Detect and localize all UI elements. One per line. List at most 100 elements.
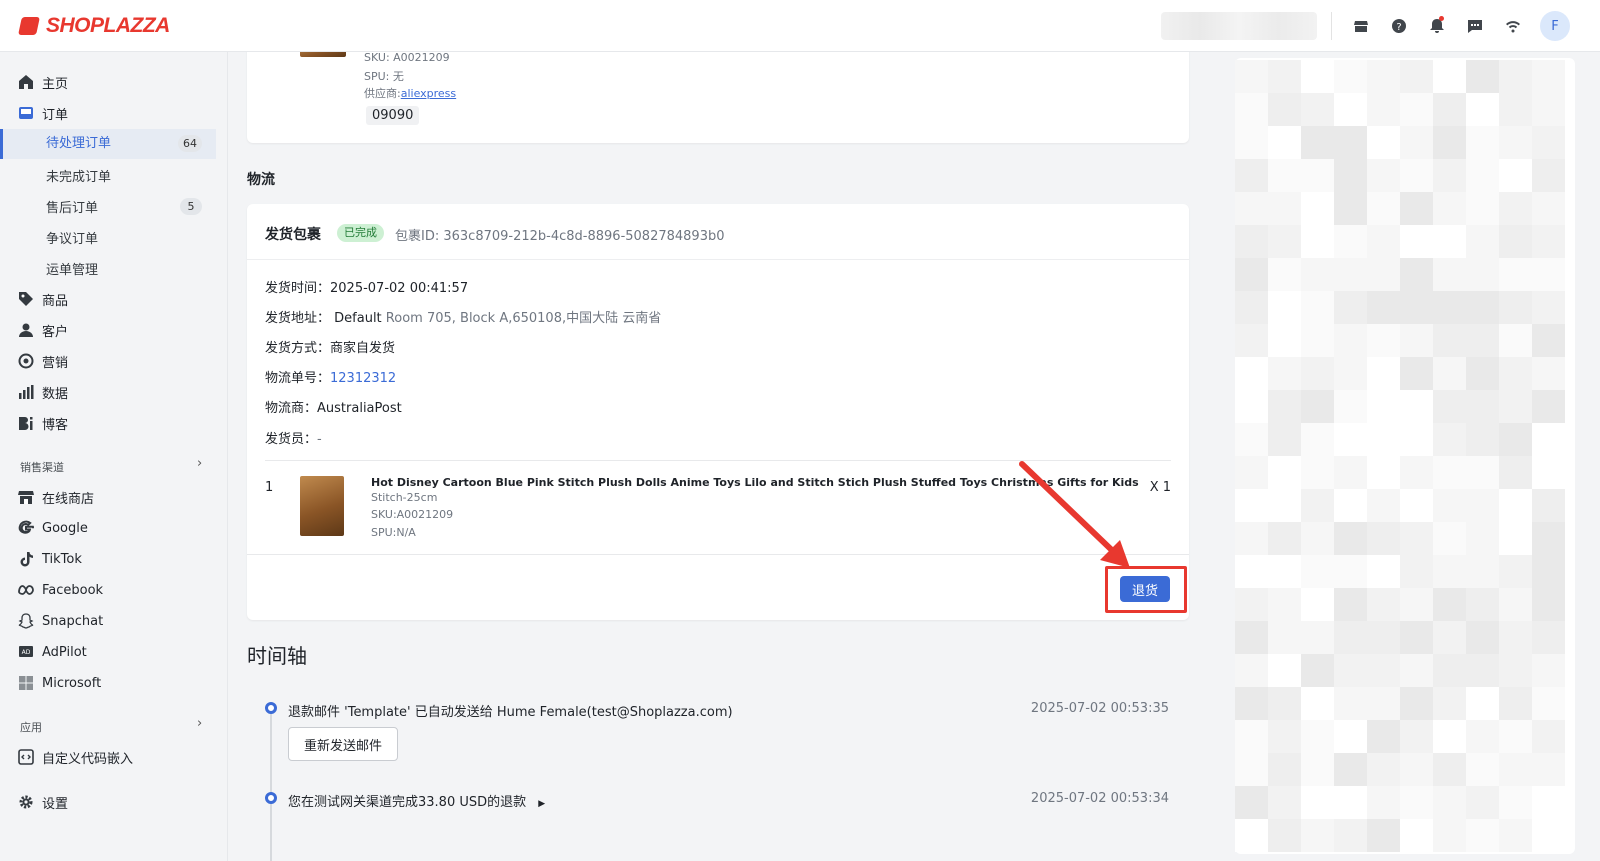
sidebar-item-settings[interactable]: 设置	[0, 787, 228, 817]
mosaic-tile	[1400, 456, 1433, 489]
sidebar-subitem-waybills[interactable]: 运单管理	[0, 253, 228, 283]
mosaic-tile	[1334, 720, 1367, 753]
orders-icon	[18, 105, 34, 121]
mosaic-tile	[1499, 588, 1532, 621]
mosaic-tile	[1235, 324, 1268, 357]
mosaic-tile	[1334, 258, 1367, 291]
mosaic-tile	[1532, 786, 1565, 819]
mosaic-tile	[1433, 60, 1466, 93]
mosaic-tile	[1400, 687, 1433, 720]
sidebar-channel-facebook[interactable]: Facebook	[0, 575, 228, 605]
chat-icon[interactable]	[1456, 0, 1494, 52]
mosaic-tile	[1433, 126, 1466, 159]
mosaic-tile	[1268, 786, 1301, 819]
gear-icon	[18, 794, 34, 810]
code-embed-icon	[18, 749, 34, 765]
mosaic-tile	[1532, 159, 1565, 192]
product-quantity: X 1	[1149, 480, 1171, 495]
mosaic-tile	[1499, 324, 1532, 357]
mosaic-tile	[1301, 489, 1334, 522]
mosaic-tile	[1268, 621, 1301, 654]
sidebar-channel-microsoft[interactable]: Microsoft	[0, 668, 228, 698]
mosaic-tile	[1433, 192, 1466, 225]
mosaic-tile	[1268, 456, 1301, 489]
sidebar-channel-adpilot[interactable]: AD AdPilot	[0, 637, 228, 667]
sidebar-item-marketing[interactable]: 营销	[0, 346, 228, 376]
mosaic-tile	[1268, 291, 1301, 324]
mosaic-tile	[1532, 753, 1565, 786]
caret-right-icon[interactable]: ▶	[538, 799, 545, 809]
mosaic-tile	[1400, 324, 1433, 357]
mosaic-tile	[1400, 159, 1433, 192]
mosaic-tile	[1235, 258, 1268, 291]
sidebar-subitem-unfulfilled-orders[interactable]: 未完成订单	[0, 160, 228, 190]
sidebar-channel-snapchat[interactable]: Snapchat	[0, 606, 228, 636]
mosaic-tile	[1334, 786, 1367, 819]
product-thumbnail[interactable]	[300, 476, 344, 536]
supplier-link[interactable]: aliexpress	[401, 87, 456, 100]
mosaic-tile	[1367, 522, 1400, 555]
mosaic-tile	[1268, 60, 1301, 93]
resend-email-button[interactable]: 重新发送邮件	[288, 727, 398, 761]
sidebar-item-analytics[interactable]: 数据	[0, 377, 228, 407]
mosaic-tile	[1433, 621, 1466, 654]
mosaic-tile	[1400, 126, 1433, 159]
sidebar-subitem-after-sales[interactable]: 售后订单 5	[0, 191, 228, 221]
mosaic-tile	[1301, 423, 1334, 456]
mosaic-tile	[1367, 786, 1400, 819]
pending-count-badge: 64	[178, 135, 202, 152]
mosaic-tile	[1301, 291, 1334, 324]
product-name[interactable]: Hot Disney Cartoon Blue Pink Stitch Plus…	[371, 476, 1139, 489]
sidebar-item-home[interactable]: 主页	[0, 67, 228, 97]
mosaic-tile	[1268, 588, 1301, 621]
sidebar-item-blog[interactable]: 博客	[0, 408, 228, 438]
sidebar: 主页 订单 待处理订单 64 未完成订单 售后订单 5 争议订单 运单管理 商品…	[0, 52, 228, 861]
chevron-right-icon[interactable]: ›	[197, 456, 202, 471]
help-icon[interactable]: ?	[1380, 0, 1418, 52]
store-icon[interactable]	[1342, 0, 1380, 52]
mosaic-tile	[1301, 93, 1334, 126]
mosaic-tile	[1301, 555, 1334, 588]
mosaic-tile	[1268, 654, 1301, 687]
sidebar-item-products[interactable]: 商品	[0, 284, 228, 314]
item-index: 1	[265, 480, 274, 495]
main-content: SKU: A0021209 SPU: 无 供应商:aliexpress 0909…	[228, 52, 1204, 861]
wifi-icon[interactable]	[1494, 0, 1532, 52]
mosaic-tile	[1466, 555, 1499, 588]
sidebar-channel-google[interactable]: Google	[0, 513, 228, 543]
mosaic-tile	[1532, 456, 1565, 489]
mosaic-tile	[1466, 60, 1499, 93]
logo-text: SHOPLAZZA	[46, 13, 170, 37]
tracking-number-link[interactable]: 12312312	[330, 371, 396, 386]
mosaic-tile	[1367, 192, 1400, 225]
mosaic-tile	[1499, 621, 1532, 654]
sidebar-item-customers[interactable]: 客户	[0, 315, 228, 345]
mosaic-tile	[1301, 159, 1334, 192]
mosaic-tile	[1334, 60, 1367, 93]
bell-icon[interactable]	[1418, 0, 1456, 52]
sidebar-app-custom-code[interactable]: 自定义代码嵌入	[0, 742, 228, 772]
mosaic-tile	[1433, 786, 1466, 819]
status-badge: 已完成	[337, 224, 384, 242]
sidebar-channel-online-store[interactable]: 在线商店	[0, 482, 228, 512]
mosaic-tile	[1334, 654, 1367, 687]
mosaic-tile	[1466, 720, 1499, 753]
mosaic-tile	[1268, 225, 1301, 258]
mosaic-tile	[1400, 621, 1433, 654]
chevron-right-icon[interactable]: ›	[197, 716, 202, 731]
sidebar-item-orders[interactable]: 订单	[0, 98, 228, 128]
sidebar-subitem-pending-orders[interactable]: 待处理订单 64	[0, 129, 216, 159]
shoplazza-logo[interactable]: SHOPLAZZA	[18, 14, 170, 38]
avatar[interactable]: F	[1540, 11, 1570, 41]
mosaic-tile	[1235, 159, 1268, 192]
sidebar-subitem-disputes[interactable]: 争议订单	[0, 222, 228, 252]
adpilot-icon: AD	[18, 644, 34, 660]
mosaic-tile	[1301, 357, 1334, 390]
mosaic-tile	[1433, 225, 1466, 258]
mosaic-tile	[1400, 720, 1433, 753]
mosaic-tile	[1433, 357, 1466, 390]
sidebar-channel-tiktok[interactable]: TikTok	[0, 544, 228, 574]
mosaic-tile	[1367, 654, 1400, 687]
google-icon	[18, 520, 34, 536]
store-selector-blurred[interactable]	[1161, 12, 1317, 40]
